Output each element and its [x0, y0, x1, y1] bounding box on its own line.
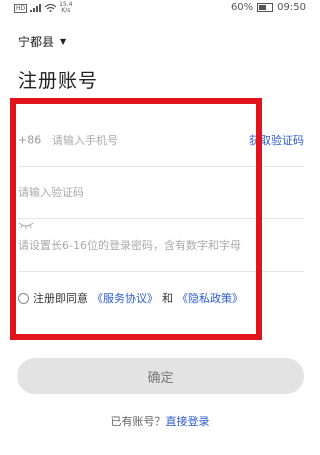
page-title: 注册账号 [18, 70, 99, 92]
hd-network-badge: HD [14, 3, 28, 13]
confirm-button[interactable]: 确定 [17, 358, 304, 394]
direct-login-link[interactable]: 直接登录 [166, 415, 210, 428]
region-label: 宁都县 [18, 35, 55, 49]
caret-down-icon: ▼ [60, 37, 67, 46]
status-left: HD 15.4 K/s [14, 2, 73, 14]
status-right: 60% 09:50 [231, 2, 306, 13]
network-speed: 15.4 K/s [59, 2, 72, 14]
battery-icon [257, 3, 274, 12]
wifi-icon [45, 4, 57, 12]
region-selector[interactable]: 宁都县 ▼ [18, 33, 66, 50]
signal-icon [30, 4, 42, 12]
highlight-box [10, 98, 262, 340]
battery-percent: 60% [230, 2, 254, 13]
speed-unit: K/s [61, 7, 71, 14]
clock: 09:50 [277, 2, 306, 13]
login-question: 已有账号？ [110, 415, 166, 428]
login-prompt: 已有账号？直接登录 [0, 413, 320, 429]
status-bar: HD 15.4 K/s 60% 09:50 [0, 0, 320, 16]
